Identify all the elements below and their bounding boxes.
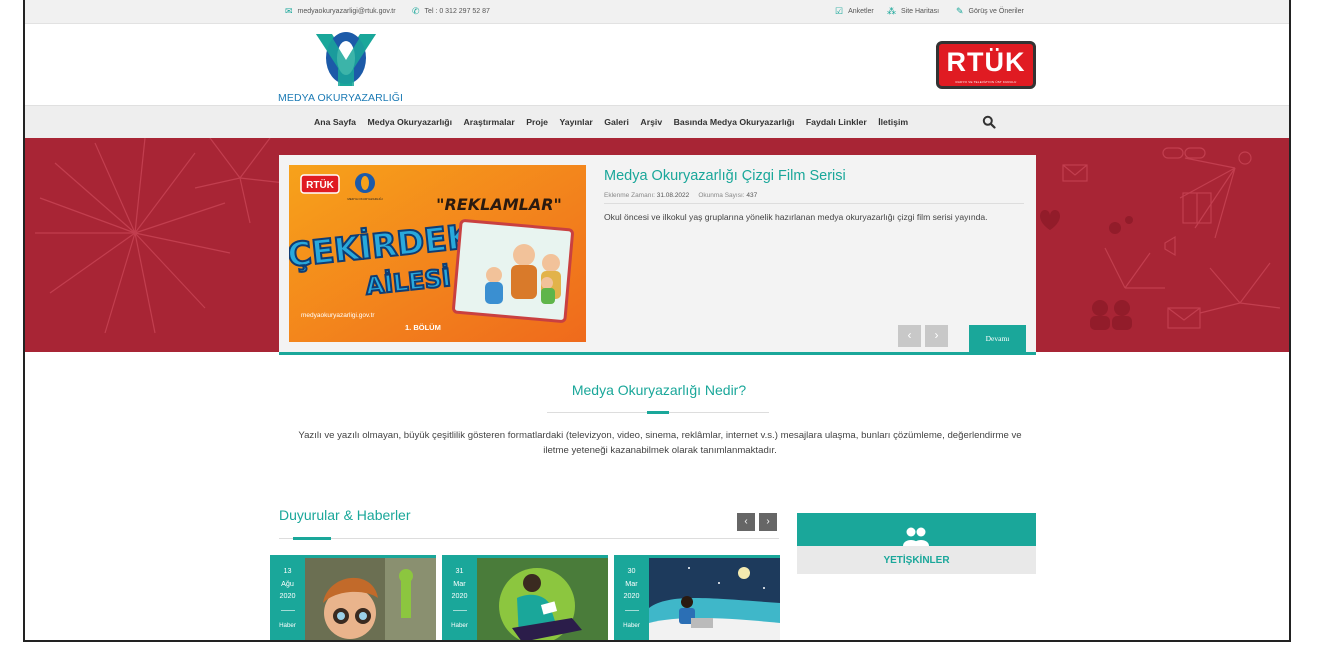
news-category: Haber <box>279 621 296 629</box>
news-year: 2020 <box>451 591 468 600</box>
news-card[interactable]: 30 Mar 2020 Haber <box>614 555 780 640</box>
news-card[interactable]: 13 Ağu 2020 Haber <box>270 555 436 640</box>
read-more-button[interactable]: Devamı <box>969 325 1026 353</box>
news-section-title: Duyurular & Haberler <box>279 507 411 523</box>
news-thumbnail-boy <box>305 558 436 640</box>
email-link[interactable]: ✉ medyaokuryazarligi@rtuk.gov.tr <box>285 6 396 16</box>
nav-item-faydali-linkler[interactable]: Faydalı Linkler <box>806 117 867 127</box>
checkbox-icon: ☑ <box>835 6 844 16</box>
news-thumbnail-night-laptop <box>649 558 780 640</box>
nav-item-galeri[interactable]: Galeri <box>604 117 629 127</box>
news-month: Mar <box>625 578 638 588</box>
divider <box>604 203 1024 204</box>
featured-slider: RTÜK MEDYA OKURYAZARLIĞI "REKLAMLAR" ÇEK… <box>279 155 1036 355</box>
news-month: Ağu <box>281 578 294 588</box>
intro-divider-accent <box>647 411 669 414</box>
news-date-badge: 13 Ağu 2020 Haber <box>270 558 305 640</box>
updated-label: Eklenme Zamanı: <box>604 192 655 199</box>
edit-icon: ✎ <box>956 6 964 16</box>
divider <box>624 609 639 611</box>
chevron-left-icon: ‹ <box>907 328 912 342</box>
nav-item-medya-okuryazarligi[interactable]: Medya Okuryazarlığı <box>368 117 453 127</box>
news-next-button[interactable]: › <box>759 513 777 531</box>
news-divider-accent <box>293 537 331 540</box>
nav-item-iletisim[interactable]: İletişim <box>878 117 908 127</box>
news-day: 13 <box>283 566 292 575</box>
featured-slide-image[interactable]: RTÜK MEDYA OKURYAZARLIĞI "REKLAMLAR" ÇEK… <box>289 165 586 342</box>
nav-item-yayinlar[interactable]: Yayınlar <box>559 117 592 127</box>
rtuk-logo-subtitle: RADYO VE TELEVİZYON ÜST KURULU <box>955 80 1017 84</box>
featured-slide-meta: Eklenme Zamanı: 31.08.2022 Okunma Sayısı… <box>604 192 757 199</box>
featured-slide-title[interactable]: Medya Okuryazarlığı Çizgi Film Serisi <box>604 168 846 184</box>
rtuk-logo[interactable]: RTÜK RADYO VE TELEVİZYON ÜST KURULU <box>936 41 1036 89</box>
surveys-text: Anketler <box>848 7 874 15</box>
intro-title: Medya Okuryazarlığı Nedir? <box>571 382 747 398</box>
sitemap-icon: ⁂ <box>887 6 896 16</box>
top-bar: ✉ medyaokuryazarligi@rtuk.gov.tr ✆ Tel :… <box>25 0 1289 24</box>
svg-text:MEDYA OKURYAZARLIĞI: MEDYA OKURYAZARLIĞI <box>347 196 382 201</box>
search-icon[interactable] <box>982 115 996 129</box>
nav-item-basinda[interactable]: Basında Medya Okuryazarlığı <box>674 117 795 127</box>
surveys-link[interactable]: ☑ Anketler <box>835 6 874 16</box>
svg-text:1. BÖLÜM: 1. BÖLÜM <box>405 323 441 332</box>
feedback-text: Görüş ve Öneriler <box>968 7 1024 15</box>
divider <box>280 609 295 611</box>
news-category: Haber <box>623 621 640 629</box>
email-text: medyaokuryazarligi@rtuk.gov.tr <box>297 7 396 15</box>
news-thumbnail-reader <box>477 558 608 640</box>
news-date-badge: 30 Mar 2020 Haber <box>614 558 649 640</box>
chevron-right-icon: › <box>934 328 939 342</box>
chevron-right-icon: › <box>766 516 770 527</box>
svg-text:medyaokuryazarligi.gov.tr: medyaokuryazarligi.gov.tr <box>301 312 375 319</box>
news-month: Mar <box>453 578 466 588</box>
phone-icon: ✆ <box>412 6 420 16</box>
svg-text:"REKLAMLAR": "REKLAMLAR" <box>436 195 562 214</box>
nav-item-ana-sayfa[interactable]: Ana Sayfa <box>314 117 356 127</box>
svg-text:RTÜK: RTÜK <box>306 178 335 191</box>
rtuk-logo-text: RTÜK <box>946 47 1026 77</box>
sitemap-link[interactable]: ⁂ Site Haritası <box>887 6 940 16</box>
featured-slide-description: Okul öncesi ve ilkokul yaş gruplarına yö… <box>604 212 988 222</box>
news-category: Haber <box>451 621 468 629</box>
news-card[interactable]: 31 Mar 2020 Haber <box>442 555 608 640</box>
nav-item-proje[interactable]: Proje <box>526 117 548 127</box>
reads-value: 437 <box>746 192 758 199</box>
news-year: 2020 <box>279 591 296 600</box>
reads-label: Okunma Sayısı: <box>698 192 745 199</box>
intro-text: Yazılı ve yazılı olmayan, büyük çeşitlil… <box>298 430 1022 456</box>
logo-caption: MEDYA OKURYAZARLIĞI <box>278 92 404 104</box>
phone-text: Tel : 0 312 297 52 87 <box>424 7 490 15</box>
updated-value: 31.08.2022 <box>656 192 690 199</box>
news-divider <box>279 538 779 539</box>
cartoon-poster-illustration: RTÜK MEDYA OKURYAZARLIĞI "REKLAMLAR" ÇEK… <box>289 165 586 342</box>
news-day: 30 <box>627 566 636 575</box>
news-day: 31 <box>455 566 464 575</box>
news-date-badge: 31 Mar 2020 Haber <box>442 558 477 640</box>
phone-link[interactable]: ✆ Tel : 0 312 297 52 87 <box>412 6 490 16</box>
chevron-left-icon: ‹ <box>744 516 748 527</box>
slider-prev-button[interactable]: ‹ <box>898 325 921 347</box>
nav-item-arastirmalar[interactable]: Araştırmalar <box>464 117 515 127</box>
audience-label[interactable]: YETİŞKİNLER <box>797 555 1036 566</box>
medya-okuryazarligi-logo[interactable]: MEDYA OKURYAZARLIĞI <box>278 30 418 104</box>
browser-page: ✉ medyaokuryazarligi@rtuk.gov.tr ✆ Tel :… <box>23 0 1291 642</box>
slider-next-button[interactable]: › <box>925 325 948 347</box>
main-navigation: Ana Sayfa Medya Okuryazarlığı Araştırmal… <box>25 105 1289 138</box>
sitemap-text: Site Haritası <box>901 7 940 15</box>
news-year: 2020 <box>623 591 640 600</box>
news-prev-button[interactable]: ‹ <box>737 513 755 531</box>
nav-item-arsiv[interactable]: Arşiv <box>640 117 662 127</box>
feedback-link[interactable]: ✎ Görüş ve Öneriler <box>956 6 1024 16</box>
users-icon <box>903 527 929 546</box>
site-header: MEDYA OKURYAZARLIĞI RTÜK RADYO VE TELEVİ… <box>25 24 1289 105</box>
envelope-icon: ✉ <box>285 6 293 16</box>
my-monogram-icon <box>316 32 376 86</box>
divider <box>452 609 467 611</box>
